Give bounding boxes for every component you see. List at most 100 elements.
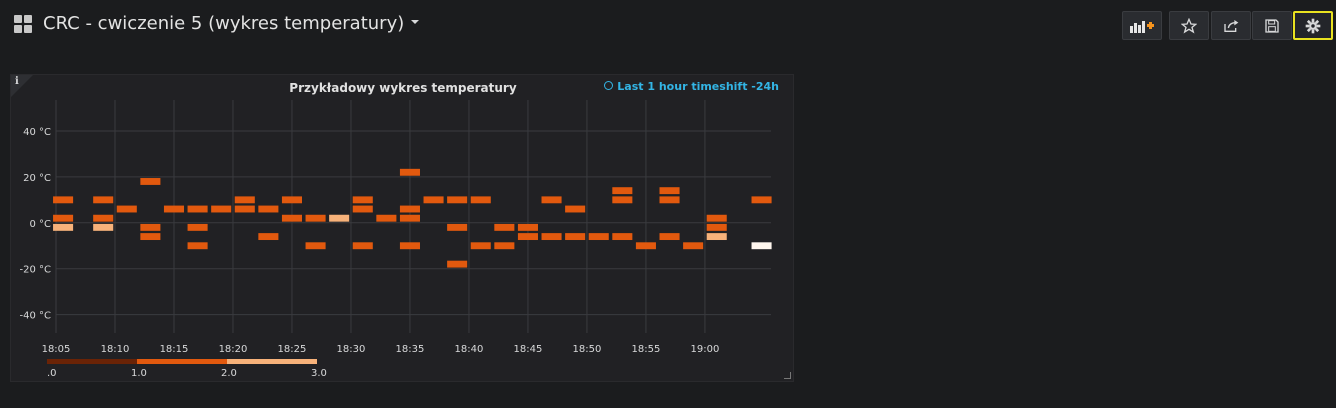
heatmap-cell[interactable] (281, 196, 303, 204)
heatmap-cell[interactable] (659, 187, 680, 195)
heatmap-cell[interactable] (234, 196, 255, 204)
heatmap-cell[interactable] (352, 242, 373, 250)
heatmap-cell[interactable] (659, 233, 680, 241)
heatmap-cell[interactable] (706, 233, 727, 241)
heatmap-cell[interactable] (399, 205, 420, 213)
heatmap-cell[interactable] (116, 205, 137, 213)
heatmap-cell[interactable] (399, 242, 420, 250)
x-tick-label: 18:30 (337, 344, 366, 355)
heatmap-cell[interactable] (565, 205, 586, 213)
heatmap-cell[interactable] (305, 242, 326, 250)
heatmap-cell[interactable] (399, 214, 420, 222)
heatmap-cell[interactable] (53, 214, 74, 222)
legend-bucket-1 (137, 359, 227, 364)
x-tick-label: 18:20 (219, 344, 248, 355)
heatmap-cell[interactable] (211, 205, 232, 213)
heatmap-cell[interactable] (612, 196, 633, 204)
legend-bucket-0 (47, 359, 137, 364)
heatmap-cell[interactable] (423, 196, 444, 204)
share-icon (1224, 19, 1239, 32)
heatmap-cell[interactable] (470, 196, 491, 204)
heatmap-chart[interactable]: 40 °C 20 °C 0 °C -20 °C -40 °C 18:05 18:10 18:… (11, 75, 795, 383)
heatmap-cell[interactable] (751, 196, 772, 204)
heatmap-cell[interactable] (163, 205, 185, 213)
heatmap-cell[interactable] (305, 214, 326, 222)
heatmap-cell[interactable] (470, 242, 491, 250)
x-tick-label: 19:00 (691, 344, 720, 355)
heatmap-cell[interactable] (706, 223, 727, 231)
heatmap-cell[interactable] (352, 196, 373, 204)
heatmap-cell[interactable] (541, 233, 562, 241)
x-tick-label: 18:50 (573, 344, 602, 355)
legend-label: 3.0 (311, 368, 327, 379)
heatmap-panel: i Przykładowy wykres temperatury Last 1 … (10, 74, 794, 382)
y-tick-label: 0 °C (29, 219, 51, 230)
heatmap-cell[interactable] (565, 233, 586, 241)
dashboard-title: CRC - cwiczenie 5 (wykres temperatury) (43, 13, 405, 34)
heatmap-cell[interactable] (258, 233, 279, 241)
heatmap-cell[interactable] (706, 214, 727, 222)
caret-down-icon (411, 20, 420, 24)
star-icon (1181, 17, 1197, 33)
heatmap-cell[interactable] (93, 223, 114, 231)
heatmap-cell[interactable] (399, 168, 420, 176)
heatmap-cell[interactable] (376, 214, 397, 222)
x-tick-label: 18:05 (42, 344, 71, 355)
y-tick-label: -20 °C (20, 265, 52, 276)
dashboard-grid-icon[interactable] (14, 15, 34, 35)
dashboard-title-dropdown[interactable]: CRC - cwiczenie 5 (wykres temperatury) (43, 13, 420, 34)
legend-bucket-2 (227, 359, 317, 364)
heatmap-cell[interactable] (140, 178, 161, 185)
heatmap-cell[interactable] (187, 242, 208, 250)
heatmap-cell[interactable] (258, 205, 279, 213)
heatmap-cell[interactable] (352, 205, 373, 213)
heatmap-cell[interactable] (447, 223, 468, 231)
x-tick-label: 18:40 (455, 344, 484, 355)
heatmap-cell[interactable] (635, 242, 656, 250)
heatmap-cell[interactable] (517, 233, 538, 241)
heatmap-cell[interactable] (751, 242, 772, 250)
heatmap-cell[interactable] (140, 233, 161, 241)
heatmap-cell[interactable] (588, 233, 609, 241)
x-tick-label: 18:45 (514, 344, 543, 355)
save-button[interactable] (1252, 11, 1292, 40)
heatmap-cell[interactable] (187, 205, 208, 213)
add-panel-button[interactable] (1122, 11, 1162, 40)
y-tick-label: 40 °C (23, 127, 51, 138)
heatmap-cell[interactable] (447, 260, 468, 268)
heatmap-cell[interactable] (517, 223, 538, 231)
x-tick-label: 18:15 (160, 344, 189, 355)
heatmap-cell[interactable] (281, 214, 303, 222)
heatmap-cell[interactable] (494, 242, 515, 250)
heatmap-cell[interactable] (329, 214, 350, 222)
heatmap-cell[interactable] (494, 223, 515, 231)
heatmap-cell[interactable] (53, 196, 74, 204)
heatmap-cell[interactable] (541, 196, 562, 204)
heatmap-cell[interactable] (234, 205, 255, 213)
x-tick-label: 18:35 (396, 344, 425, 355)
heatmap-cell[interactable] (659, 196, 680, 204)
share-button[interactable] (1211, 11, 1251, 40)
heatmap-cell[interactable] (612, 187, 633, 195)
heatmap-cell[interactable] (140, 223, 161, 231)
heatmap-cell[interactable] (447, 196, 468, 204)
save-icon (1265, 18, 1279, 33)
heatmap-cell[interactable] (93, 196, 114, 204)
heatmap-cell[interactable] (187, 223, 208, 231)
heatmap-cell[interactable] (612, 233, 633, 241)
heatmap-cell[interactable] (683, 242, 704, 250)
y-tick-label: -40 °C (20, 311, 52, 322)
settings-button[interactable] (1293, 11, 1333, 40)
x-tick-label: 18:55 (632, 344, 661, 355)
legend-label: .0 (47, 368, 57, 379)
legend-label: 2.0 (221, 368, 237, 379)
gear-icon (1305, 18, 1321, 33)
heatmap-cell[interactable] (53, 223, 74, 231)
panel-resize-handle[interactable] (784, 372, 791, 379)
dashboard-navbar: CRC - cwiczenie 5 (wykres temperatury) (0, 0, 1336, 52)
x-tick-label: 18:10 (101, 344, 130, 355)
x-tick-label: 18:25 (278, 344, 307, 355)
y-tick-label: 20 °C (23, 173, 51, 184)
heatmap-cell[interactable] (93, 214, 114, 222)
star-button[interactable] (1169, 11, 1209, 40)
